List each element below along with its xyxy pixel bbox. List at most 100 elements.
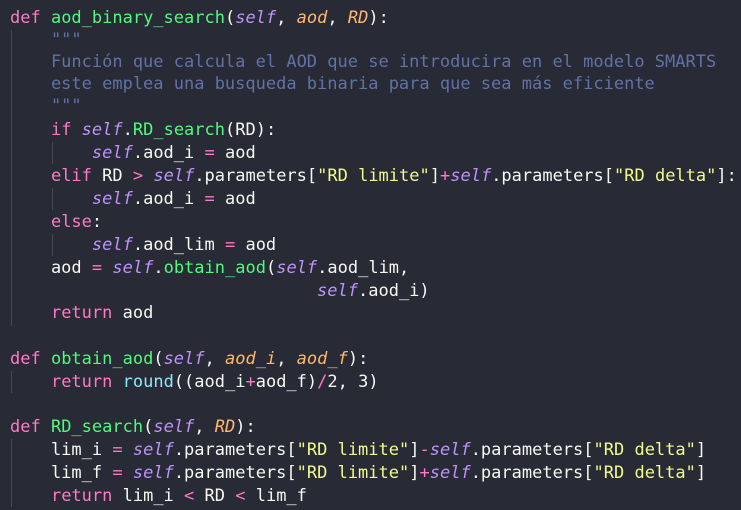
code-line[interactable]: self.aod_i) bbox=[10, 280, 430, 302]
code-token-param: RD bbox=[347, 8, 369, 28]
code-token-op: = bbox=[91, 258, 103, 278]
code-token-kw: return bbox=[50, 372, 113, 392]
code-editor[interactable]: def aod_binary_search(self, aod, RD): ""… bbox=[0, 0, 741, 510]
code-token-kw: def bbox=[10, 8, 51, 28]
code-token-self: self bbox=[163, 349, 205, 369]
code-token-plain: RD bbox=[194, 486, 236, 506]
code-token-plain: .aod_lim, bbox=[317, 258, 410, 278]
code-line[interactable]: return aod bbox=[10, 302, 153, 324]
code-token-plain: .parameters[ bbox=[491, 166, 615, 186]
code-token-plain: ] bbox=[695, 463, 707, 483]
code-line[interactable]: self.aod_i = aod bbox=[10, 188, 256, 210]
code-token-plain: : bbox=[91, 212, 103, 232]
code-token-plain: .parameters[ bbox=[470, 440, 594, 460]
code-token-plain: .parameters[ bbox=[173, 440, 297, 460]
code-token-self: self bbox=[81, 120, 123, 140]
code-token-op: > bbox=[132, 166, 144, 186]
code-token-comment: este emplea una busqueda binaria para qu… bbox=[10, 74, 655, 94]
code-token-self: self bbox=[317, 281, 358, 301]
code-token-fn: aod_binary_search bbox=[50, 8, 225, 28]
code-token-self: self bbox=[153, 417, 195, 437]
code-token-param: aod bbox=[296, 8, 328, 28]
code-token-fn: RD_search bbox=[132, 120, 225, 140]
code-token-self: self bbox=[235, 8, 277, 28]
code-token-self: self bbox=[91, 189, 133, 209]
code-token-kw: def bbox=[10, 417, 51, 437]
code-token-plain: RD bbox=[91, 166, 133, 186]
code-line[interactable]: def aod_binary_search(self, aod, RD): bbox=[10, 7, 389, 29]
code-line[interactable]: aod = self.obtain_aod(self.aod_lim, bbox=[10, 257, 409, 279]
code-token-plain: , bbox=[327, 8, 348, 28]
code-token-str: "RD delta" bbox=[614, 166, 717, 186]
code-token-plain: lim_i bbox=[10, 440, 113, 460]
code-token-fn: obtain_aod bbox=[50, 349, 154, 369]
code-line[interactable]: def RD_search(self, RD): bbox=[10, 416, 256, 438]
code-line[interactable]: """ bbox=[10, 95, 82, 117]
code-token-plain: , bbox=[204, 349, 225, 369]
code-token-str: "RD limite" bbox=[317, 166, 430, 186]
code-token-comment: """ bbox=[10, 30, 82, 50]
code-line[interactable]: return lim_i < RD < lim_f bbox=[10, 485, 307, 507]
code-token-plain: aod bbox=[214, 189, 256, 209]
code-line[interactable]: self.aod_i = aod bbox=[10, 142, 256, 164]
code-token-plain: lim_f bbox=[10, 463, 113, 483]
code-token-plain: ): bbox=[368, 8, 389, 28]
code-token-plain: aod bbox=[112, 303, 154, 323]
code-token-plain: , bbox=[194, 417, 215, 437]
code-token-plain: ( bbox=[265, 258, 277, 278]
code-token-plain: .parameters[ bbox=[173, 463, 297, 483]
code-token-self: self bbox=[132, 463, 174, 483]
code-token-plain: (RD): bbox=[225, 120, 277, 140]
code-token-plain: .parameters[ bbox=[470, 463, 594, 483]
code-line[interactable]: elif RD > self.parameters["RD limite"]+s… bbox=[10, 165, 737, 187]
code-token-param: aod_f bbox=[296, 349, 348, 369]
code-token-plain: .aod_lim bbox=[132, 235, 225, 255]
code-token-op: / bbox=[317, 372, 328, 392]
code-line[interactable]: else: bbox=[10, 211, 102, 233]
code-token-plain: 2, 3) bbox=[327, 372, 379, 392]
code-token-plain: lim_i bbox=[112, 486, 185, 506]
code-token-plain: ] bbox=[695, 440, 707, 460]
code-line[interactable]: return round((aod_i+aod_f)/2, 3) bbox=[10, 371, 379, 393]
code-token-kw: return bbox=[50, 486, 113, 506]
code-token-comment: """ bbox=[10, 96, 82, 116]
code-token-str: "RD limite" bbox=[296, 463, 410, 483]
code-token-op: = bbox=[224, 235, 236, 255]
code-line[interactable]: este emplea una busqueda binaria para qu… bbox=[10, 73, 655, 95]
code-token-plain: ( bbox=[143, 417, 154, 437]
code-token-plain: , bbox=[276, 349, 297, 369]
code-line[interactable]: lim_f = self.parameters["RD limite"]+sel… bbox=[10, 462, 706, 484]
code-line[interactable]: self.aod_lim = aod bbox=[10, 234, 276, 256]
code-line[interactable]: if self.RD_search(RD): bbox=[10, 119, 276, 141]
code-token-op: - bbox=[419, 440, 430, 460]
code-token-plain: ] bbox=[409, 440, 420, 460]
code-token-plain: ] bbox=[429, 166, 440, 186]
code-token-plain: .aod_i bbox=[132, 143, 205, 163]
code-token-plain: , bbox=[276, 8, 297, 28]
code-token-self: self bbox=[153, 166, 195, 186]
code-token-builtin: round bbox=[122, 372, 174, 392]
code-token-self: self bbox=[132, 440, 174, 460]
code-line[interactable]: Función que calcula el AOD que se introd… bbox=[10, 51, 716, 73]
code-token-str: "RD delta" bbox=[593, 463, 696, 483]
code-token-op: + bbox=[419, 463, 430, 483]
code-line[interactable]: def obtain_aod(self, aod_i, aod_f): bbox=[10, 348, 368, 370]
code-line[interactable]: lim_i = self.parameters["RD limite"]-sel… bbox=[10, 439, 706, 461]
code-token-op: < bbox=[184, 486, 195, 506]
code-line[interactable]: """ bbox=[10, 29, 82, 51]
code-token-self: self bbox=[429, 440, 471, 460]
code-token-kw: else bbox=[50, 212, 92, 232]
code-token-op: = bbox=[112, 463, 123, 483]
code-token-plain: . bbox=[122, 120, 133, 140]
code-token-plain: ]: bbox=[716, 166, 737, 186]
